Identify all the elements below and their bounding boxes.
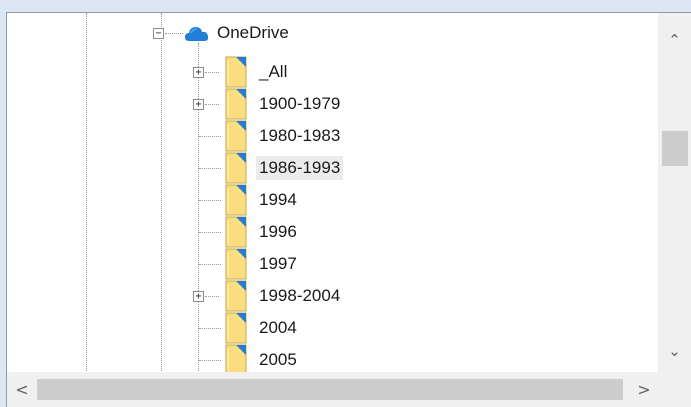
- expand-node-button[interactable]: +: [193, 67, 204, 78]
- tree-view-panel: − OneDrive + _All +1900-1979 1980-1983 1986-…: [6, 12, 691, 407]
- folder-icon: [225, 312, 247, 344]
- scrollbar-corner: [658, 372, 691, 407]
- folder-tree: − OneDrive + _All +1900-1979 1980-1983 1986-…: [7, 13, 659, 373]
- tree-connector: [199, 200, 221, 201]
- tree-connector: [205, 72, 219, 73]
- tree-connector: [199, 328, 221, 329]
- folder-icon: [225, 248, 247, 280]
- collapse-onedrive-button[interactable]: −: [153, 28, 164, 39]
- tree-node-label[interactable]: 2004: [256, 316, 300, 340]
- vertical-scrollbar[interactable]: ⌃ ⌄: [658, 13, 691, 373]
- horizontal-scrollbar[interactable]: < >: [7, 372, 659, 407]
- tree-node-label[interactable]: 1980-1983: [256, 124, 343, 148]
- horizontal-scroll-thumb[interactable]: [37, 379, 623, 400]
- tree-guide-line: [86, 13, 87, 373]
- folder-icon: [225, 88, 247, 120]
- tree-connector: [205, 296, 219, 297]
- folder-icon: [225, 120, 247, 152]
- folder-icon: [225, 216, 247, 248]
- tree-connector: [199, 136, 221, 137]
- scroll-right-button[interactable]: >: [629, 372, 659, 407]
- tree-connector: [199, 168, 221, 169]
- tree-node-label[interactable]: 2005: [256, 348, 300, 372]
- tree-connector: [199, 360, 221, 361]
- folder-icon: [225, 56, 247, 88]
- tree-node-label[interactable]: 1997: [256, 252, 300, 276]
- onedrive-cloud-icon: [185, 27, 209, 41]
- tree-node-label[interactable]: 1996: [256, 220, 300, 244]
- folder-icon: [225, 184, 247, 216]
- tree-guide-line: [198, 43, 199, 373]
- tree-connector: [199, 264, 221, 265]
- tree-node-label[interactable]: _All: [256, 60, 290, 84]
- tree-node-label[interactable]: 1900-1979: [256, 92, 343, 116]
- folder-icon: [225, 152, 247, 184]
- tree-node-label[interactable]: 1986-1993: [256, 156, 344, 180]
- tree-node-label[interactable]: 1998-2004: [256, 284, 343, 308]
- tree-connector: [165, 33, 183, 34]
- expand-node-button[interactable]: +: [193, 291, 204, 302]
- folder-icon: [225, 344, 247, 373]
- vertical-scroll-thumb[interactable]: [662, 131, 688, 166]
- tree-connector: [205, 104, 219, 105]
- folder-icon: [225, 280, 247, 312]
- tree-node-onedrive[interactable]: OneDrive: [214, 21, 292, 45]
- scroll-up-button[interactable]: ⌃: [658, 25, 691, 55]
- scroll-down-button[interactable]: ⌄: [658, 336, 691, 366]
- tree-guide-line: [161, 13, 162, 373]
- scroll-left-button[interactable]: <: [7, 372, 37, 407]
- expand-node-button[interactable]: +: [193, 99, 204, 110]
- tree-node-label[interactable]: 1994: [256, 188, 300, 212]
- tree-connector: [199, 232, 221, 233]
